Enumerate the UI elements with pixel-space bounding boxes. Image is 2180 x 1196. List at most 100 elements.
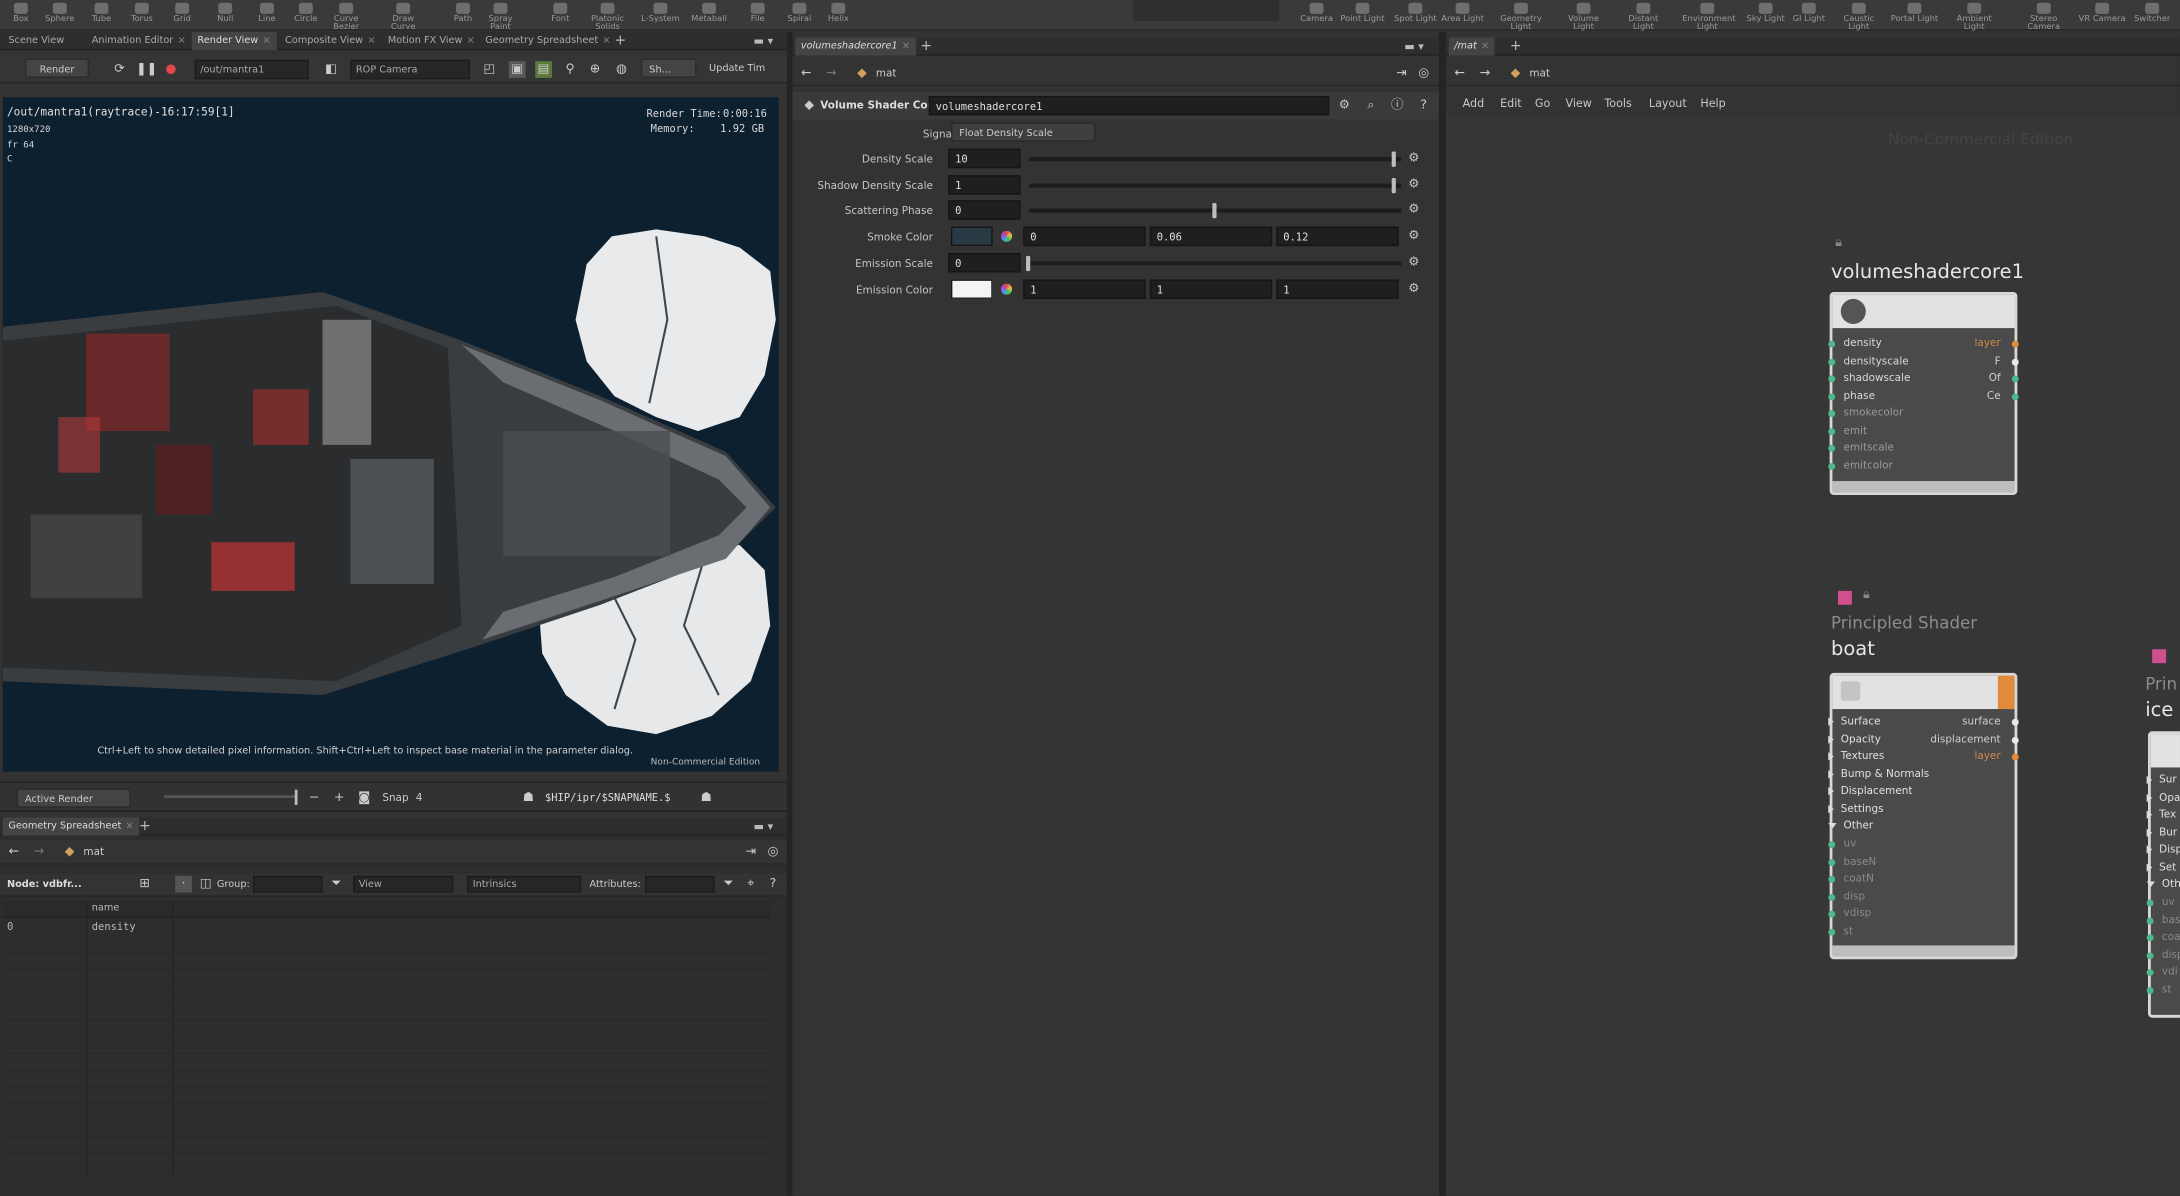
shelf-light-area-light[interactable]: Area Light [1438,0,1488,31]
shelf-light-point-light[interactable]: Point Light [1337,0,1387,31]
tab-scene-view[interactable]: Scene View [3,32,70,50]
color-g-field[interactable]: 1 [1149,278,1273,299]
input-port-dot[interactable] [1828,410,1836,418]
filter-icon-2[interactable]: ⏷ [720,876,737,893]
color-g-field[interactable]: 0.06 [1149,226,1273,247]
input-port-dot[interactable] [2146,934,2154,942]
color-b-field[interactable]: 1 [1276,278,1399,299]
add-tab-icon-3[interactable]: + [1510,38,1522,56]
shelf-tool-helix[interactable]: Helix [815,0,862,31]
shelf-light-spot-light[interactable]: Spot Light [1390,0,1440,31]
shelf-tool-curve-bezier[interactable]: Curve Bezier [323,0,370,31]
menu-add[interactable]: Add [1463,97,1485,110]
input-port-dot[interactable] [1828,358,1836,365]
slider-knob[interactable] [1391,177,1396,193]
table-row[interactable]: 0 density [3,919,770,936]
intrinsics-select[interactable]: Intrinsics [467,875,582,893]
pin-icon[interactable]: ⚲ [562,61,579,78]
shelf-light-environment-light[interactable]: Environment Light [1682,0,1736,31]
input-port-dot[interactable] [1828,392,1836,400]
render-zoom-slider[interactable] [164,795,297,799]
output-port-dot[interactable] [2011,375,2019,383]
shelf-tool-draw-curve[interactable]: Draw Curve [380,0,427,31]
input-port-dot[interactable] [1828,858,1836,866]
attr-class-icon[interactable]: ⊞ [136,876,153,893]
color-b-field[interactable]: 0.12 [1276,226,1399,247]
output-port-dot[interactable] [2011,340,2019,348]
region-icon[interactable]: ◰ [481,61,498,78]
ice-node[interactable]: Sur Opa Tex Bur Disp Set Oth uv bas coa disp vdi st [2146,731,2180,1018]
ice-group[interactable]: Sur [2146,773,2177,786]
menu-view[interactable]: View [1565,97,1591,110]
gear-icon[interactable]: ⚙ [1407,230,1421,244]
shelf-tool-platonic-solids[interactable]: Platonic Solids [584,0,631,31]
ice-group[interactable]: Tex [2146,808,2176,820]
camera-pick-icon[interactable]: ◧ [323,61,340,78]
preview-icon[interactable]: ▣ [508,61,526,78]
expand-triangle-icon[interactable] [2146,827,2153,837]
snapshot-camera-icon[interactable]: ◙ [356,790,373,807]
sh-button[interactable]: Sh... [640,58,697,78]
output-port-dot[interactable] [2011,753,2019,761]
minus-icon[interactable]: − [306,790,323,807]
ice-group[interactable]: Opa [2146,790,2180,803]
menu-edit[interactable]: Edit [1500,97,1522,110]
gear-icon[interactable]: ⚙ [1407,282,1421,296]
forward-arrow-icon[interactable]: → [31,844,48,861]
shelf-tool-font[interactable]: Font [537,0,584,31]
input-port-dot[interactable] [1828,340,1836,348]
tab-composite-view[interactable]: Composite View × [279,32,381,50]
plus-icon[interactable]: + [331,790,348,807]
input-port-dot[interactable] [1828,928,1836,935]
filter-icon[interactable]: ⏷ [328,876,345,893]
refresh-icon[interactable]: ⟳ [111,61,128,78]
save-snapshot-icon[interactable]: ☗ [520,790,537,807]
color-wheel-icon[interactable] [998,280,1015,297]
param-value-field[interactable]: 10 [948,148,1021,169]
gear-icon[interactable]: ⚙ [1407,256,1421,270]
shelf-tool-metaball[interactable]: Metaball [685,0,732,31]
menu-help[interactable]: Help [1700,97,1725,110]
boat-node[interactable]: Surface Opacity Textures Bump & Normals Disp… [1828,672,2019,960]
expand-triangle-icon[interactable] [2146,862,2153,872]
shelf-tool-spray-paint[interactable]: Spray Paint [477,0,524,31]
color-r-field[interactable]: 0 [1023,226,1146,247]
lock-icon-vsc[interactable]: 🔒︎ [1835,236,1849,250]
render-zoom-knob[interactable] [294,789,298,805]
param-path[interactable]: mat [876,67,897,80]
close-icon[interactable]: × [602,35,610,46]
param-value-field[interactable]: 1 [948,174,1021,195]
boat-node-header[interactable] [1832,675,2015,710]
param-slider[interactable] [1028,261,1402,266]
input-port-dot[interactable] [1828,875,1836,883]
expand-triangle-icon[interactable] [2146,845,2153,854]
shelf-light-geometry-light[interactable]: Geometry Light [1496,0,1546,31]
pane-menu-icon[interactable]: ▬ ▾ [754,35,774,48]
vsc-node-header[interactable] [1832,294,2015,329]
group-settings[interactable]: Settings [1828,802,1884,814]
snap-value[interactable]: 4 [416,791,423,804]
ice-group[interactable]: Bur [2146,825,2177,838]
cursor-icon[interactable]: ⌖ [742,876,759,893]
color-swatch[interactable] [950,278,993,299]
close-icon[interactable]: × [467,35,475,46]
info-icon[interactable]: ⓘ [1390,99,1404,113]
color-wheel-icon[interactable] [998,228,1015,245]
group-textures[interactable]: Textures [1828,749,1884,762]
network-editor[interactable]: Non-Commercial Edition 🔒︎ volumeshaderco… [1445,116,2180,1196]
param-value-field[interactable]: 0 [948,200,1021,221]
input-port-dot[interactable] [2146,899,2154,907]
input-port-dot[interactable] [1828,427,1836,435]
input-port-dot[interactable] [1828,375,1836,383]
help-icon-4[interactable]: ? [1417,99,1431,113]
slider-knob[interactable] [1026,255,1031,271]
shelf-light-stereo-camera[interactable]: Stereo Camera [2019,0,2069,31]
render-button[interactable]: Render [25,58,89,78]
tab-volumeshadercore1[interactable]: volumeshadercore1 × [795,37,916,56]
points-icon[interactable]: · [175,875,192,893]
tab-render-view[interactable]: Render View × [191,31,277,51]
active-render-select[interactable]: Active Render [16,788,131,808]
input-port-dot[interactable] [2146,916,2154,924]
pin-icon-2[interactable]: ⇥ [1393,65,1410,82]
menu-tools[interactable]: Tools [1604,97,1631,110]
